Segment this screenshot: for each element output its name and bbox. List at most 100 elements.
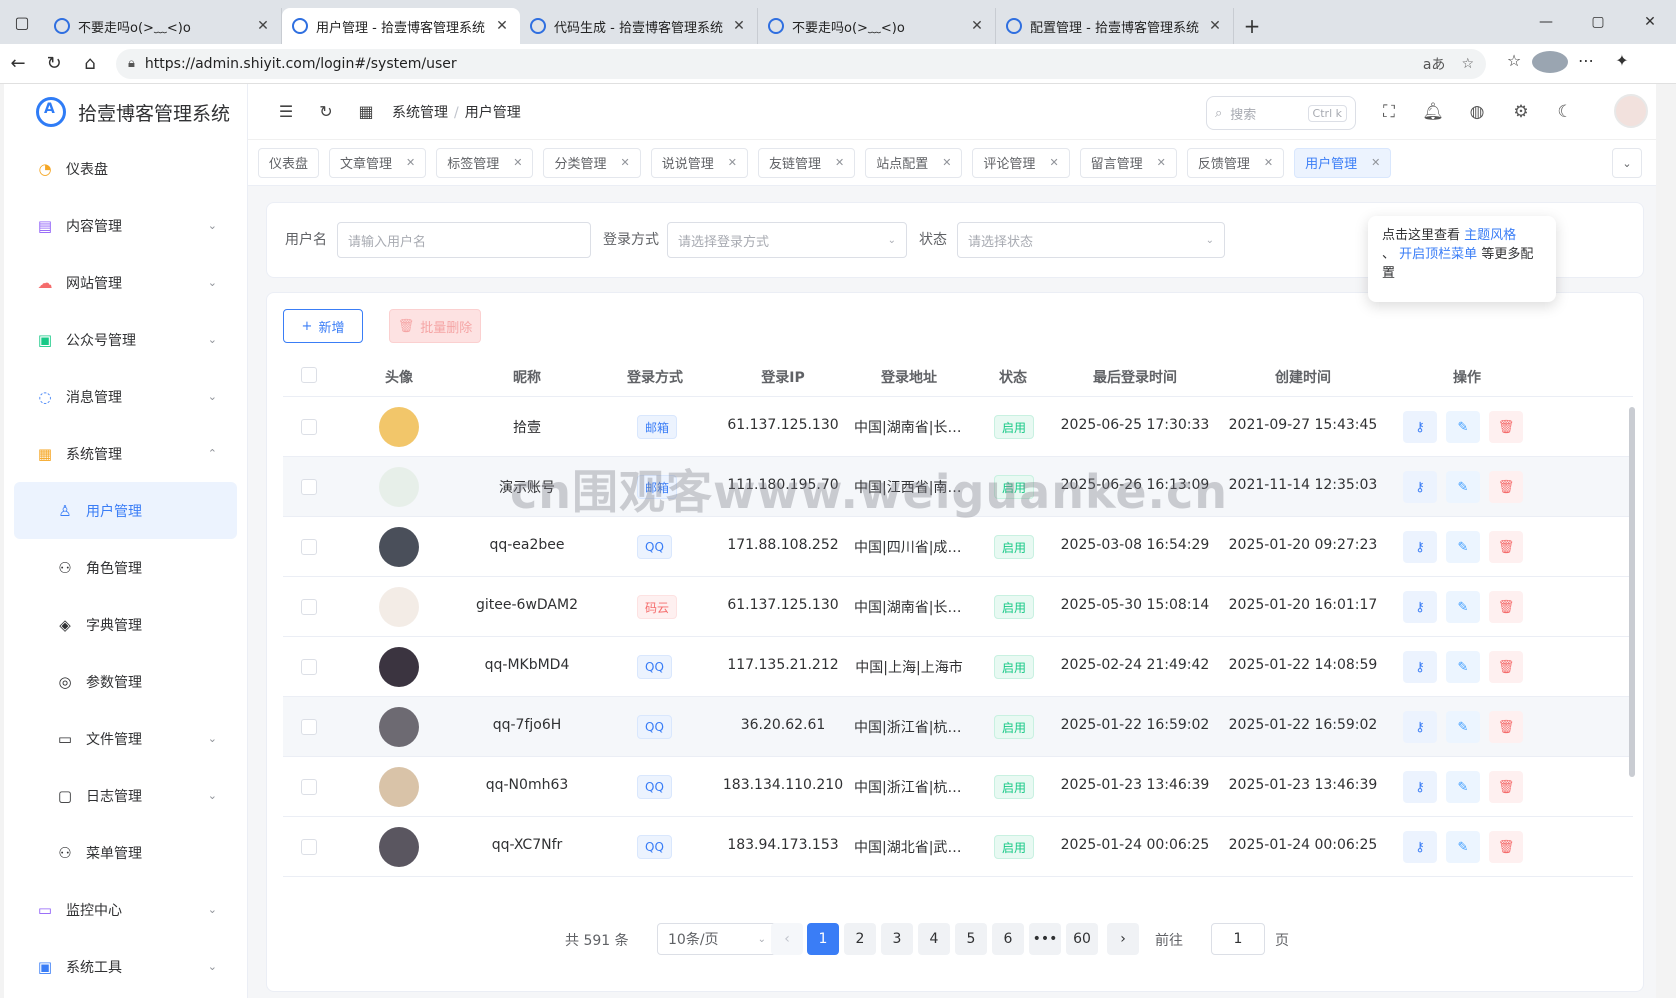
- delete-button[interactable]: 🗑︎: [1489, 531, 1523, 563]
- favorite-star-icon[interactable]: ☆: [1461, 56, 1474, 72]
- browser-tab[interactable]: 配置管理 - 拾壹博客管理系统 ✕: [996, 8, 1234, 44]
- home-icon[interactable]: ⌂: [72, 53, 108, 74]
- row-checkbox[interactable]: [301, 659, 317, 675]
- tag-item[interactable]: 用户管理 ✕: [1294, 147, 1392, 178]
- tab-actions-icon[interactable]: ▢: [0, 0, 44, 44]
- status-select[interactable]: 请选择状态 ⌄: [957, 222, 1225, 258]
- next-page-button[interactable]: ›: [1107, 923, 1139, 955]
- copilot-icon[interactable]: ✦: [1604, 51, 1640, 77]
- select-all-checkbox[interactable]: [301, 367, 317, 383]
- tab-close-icon[interactable]: ✕: [731, 18, 747, 34]
- row-checkbox[interactable]: [301, 539, 317, 555]
- sidebar-item[interactable]: ▭ 文件管理 ⌄: [4, 710, 247, 767]
- edit-button[interactable]: ✎: [1446, 591, 1480, 623]
- tag-close-icon[interactable]: ✕: [621, 156, 630, 169]
- sidebar-item[interactable]: ▣ 公众号管理 ⌄: [4, 311, 247, 368]
- reset-password-button[interactable]: ⚷: [1403, 471, 1437, 503]
- reader-mode-icon[interactable]: aあ: [1423, 54, 1446, 74]
- minimize-icon[interactable]: —: [1520, 0, 1572, 44]
- url-field[interactable]: 🔒︎ https://admin.shiyit.com/login#/syste…: [116, 48, 1486, 79]
- reset-password-button[interactable]: ⚷: [1403, 711, 1437, 743]
- delete-button[interactable]: 🗑︎: [1489, 591, 1523, 623]
- tag-close-icon[interactable]: ✕: [942, 156, 951, 169]
- new-tab-button[interactable]: +: [1234, 8, 1270, 44]
- reset-password-button[interactable]: ⚷: [1403, 651, 1437, 683]
- row-checkbox[interactable]: [301, 839, 317, 855]
- tag-close-icon[interactable]: ✕: [406, 156, 415, 169]
- browser-tab[interactable]: 不要走吗o(>﹏<)o ✕: [758, 8, 996, 44]
- prev-page-button[interactable]: ‹: [771, 923, 803, 955]
- tab-close-icon[interactable]: ✕: [969, 18, 985, 34]
- sidebar-item[interactable]: ⚇ 角色管理: [4, 539, 247, 596]
- tag-close-icon[interactable]: ✕: [1371, 156, 1380, 169]
- tags-more-chevron-icon[interactable]: ⌄: [1612, 148, 1642, 178]
- collapse-menu-icon[interactable]: ☰: [266, 102, 306, 121]
- sidebar-item[interactable]: ◎ 参数管理: [4, 653, 247, 710]
- tag-item[interactable]: 分类管理 ✕: [543, 147, 641, 178]
- edit-button[interactable]: ✎: [1446, 771, 1480, 803]
- user-avatar[interactable]: [1614, 94, 1648, 128]
- tag-close-icon[interactable]: ✕: [513, 156, 522, 169]
- favorites-icon[interactable]: ☆: [1496, 51, 1532, 77]
- top-menu-link[interactable]: 开启顶栏菜单: [1399, 247, 1477, 262]
- page-button[interactable]: 6: [992, 923, 1024, 955]
- sidebar-item[interactable]: ⚇ 菜单管理: [4, 824, 247, 881]
- settings-gear-icon[interactable]: ⚙: [1508, 99, 1534, 125]
- edit-button[interactable]: ✎: [1446, 831, 1480, 863]
- tag-close-icon[interactable]: ✕: [1157, 156, 1166, 169]
- language-icon[interactable]: ◍: [1464, 99, 1490, 125]
- delete-button[interactable]: 🗑︎: [1489, 771, 1523, 803]
- reset-password-button[interactable]: ⚷: [1403, 591, 1437, 623]
- delete-button[interactable]: 🗑︎: [1489, 471, 1523, 503]
- profile-icon[interactable]: [1532, 50, 1568, 77]
- page-button[interactable]: 4: [918, 923, 950, 955]
- tag-item[interactable]: 说说管理 ✕: [650, 147, 748, 178]
- sidebar-item[interactable]: ☁ 网站管理 ⌄: [4, 254, 247, 311]
- tab-close-icon[interactable]: ✕: [494, 18, 510, 34]
- row-checkbox[interactable]: [301, 719, 317, 735]
- page-button[interactable]: 2: [844, 923, 876, 955]
- tag-item[interactable]: 友链管理 ✕: [757, 147, 856, 178]
- theme-style-link[interactable]: 主题风格: [1464, 228, 1516, 243]
- sidebar-item[interactable]: ▦ 系统管理 ⌃: [4, 425, 247, 482]
- page-button[interactable]: 5: [955, 923, 987, 955]
- dark-mode-moon-icon[interactable]: ☾: [1552, 99, 1578, 125]
- browser-tab[interactable]: 代码生成 - 拾壹博客管理系统 ✕: [520, 8, 758, 44]
- sidebar-item[interactable]: ▤ 内容管理 ⌄: [4, 197, 247, 254]
- tag-item[interactable]: 标签管理 ✕: [436, 147, 534, 178]
- sidebar-item[interactable]: ▢ 日志管理 ⌄: [4, 767, 247, 824]
- tag-item[interactable]: 文章管理 ✕: [329, 147, 427, 178]
- sidebar-item[interactable]: ◌ 消息管理 ⌄: [4, 368, 247, 425]
- back-icon[interactable]: ←: [0, 53, 36, 74]
- tag-close-icon[interactable]: ✕: [835, 156, 844, 169]
- reset-password-button[interactable]: ⚷: [1403, 831, 1437, 863]
- breadcrumb-item[interactable]: 系统管理: [392, 105, 448, 121]
- tag-item[interactable]: 评论管理 ✕: [972, 147, 1070, 178]
- edit-button[interactable]: ✎: [1446, 411, 1480, 443]
- tab-close-icon[interactable]: ✕: [255, 18, 271, 34]
- row-checkbox[interactable]: [301, 419, 317, 435]
- maximize-icon[interactable]: ▢: [1572, 0, 1624, 44]
- delete-button[interactable]: 🗑︎: [1489, 651, 1523, 683]
- reload-icon[interactable]: ↻: [36, 53, 72, 74]
- close-window-icon[interactable]: ✕: [1624, 0, 1676, 44]
- more-icon[interactable]: ⋯: [1568, 51, 1604, 77]
- browser-tab[interactable]: 不要走吗o(>﹏<)o ✕: [44, 8, 282, 44]
- row-checkbox[interactable]: [301, 779, 317, 795]
- app-logo[interactable]: 拾壹博客管理系统: [4, 84, 247, 140]
- page-button[interactable]: 60: [1066, 923, 1098, 955]
- login-method-select[interactable]: 请选择登录方式 ⌄: [667, 222, 907, 258]
- batch-delete-button[interactable]: 🗑︎ 批量删除: [389, 309, 481, 343]
- tag-close-icon[interactable]: ✕: [728, 156, 737, 169]
- page-size-select[interactable]: 10条/页 ⌄: [657, 923, 777, 955]
- edit-button[interactable]: ✎: [1446, 471, 1480, 503]
- edit-button[interactable]: ✎: [1446, 651, 1480, 683]
- tag-item[interactable]: 仪表盘: [258, 147, 320, 178]
- global-search[interactable]: ⌕ 搜索 Ctrl k: [1206, 96, 1356, 130]
- tab-close-icon[interactable]: ✕: [1207, 18, 1223, 34]
- reset-password-button[interactable]: ⚷: [1403, 771, 1437, 803]
- sidebar-item[interactable]: ◈ 字典管理: [4, 596, 247, 653]
- page-button[interactable]: 1: [807, 923, 839, 955]
- fullscreen-icon[interactable]: ⛶: [1376, 99, 1402, 125]
- sidebar-item[interactable]: ▣ 系统工具 ⌄: [4, 938, 247, 995]
